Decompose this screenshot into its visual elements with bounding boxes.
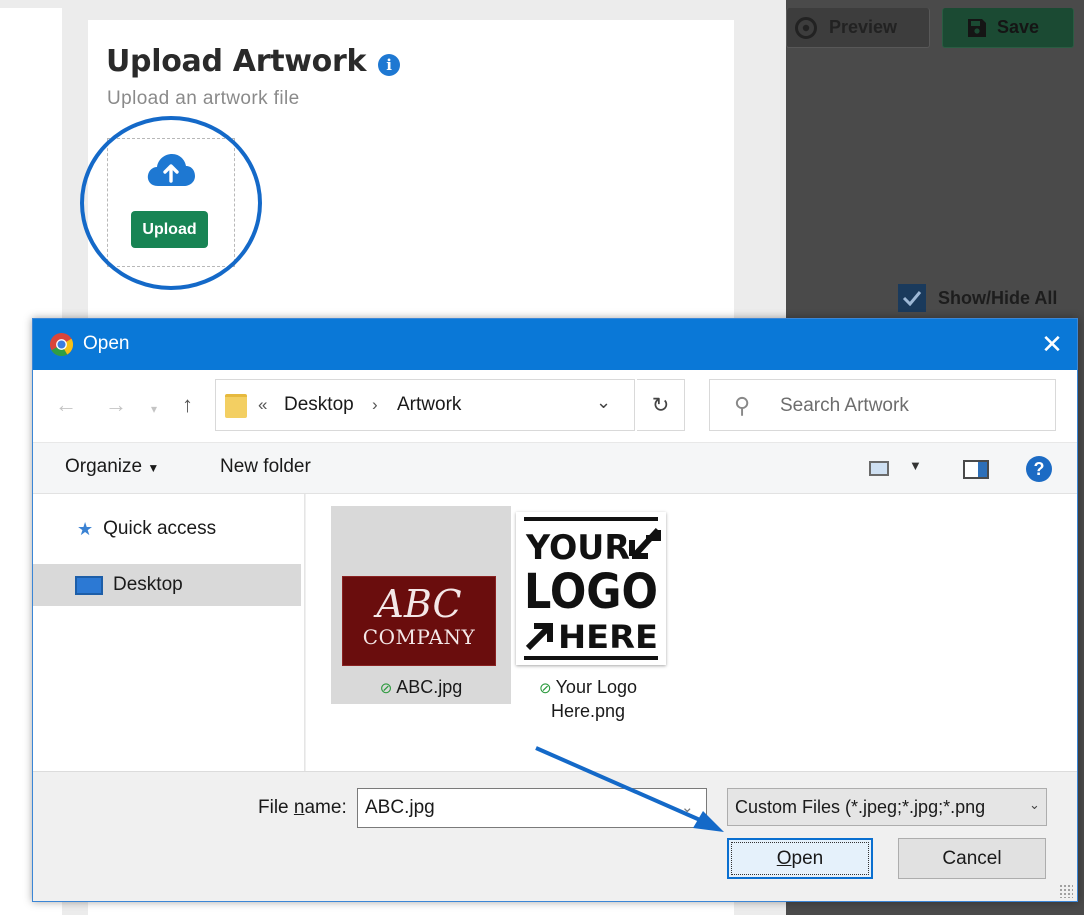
dialog-footer: File name: ⌄ Custom Files (*.jpeg;*.jpg;… [33,771,1077,901]
file-name-label-post: ame: [304,797,347,818]
breadcrumb-overflow-icon[interactable]: « [258,395,267,415]
file-name-text: ABC.jpg [396,677,463,697]
open-label-underlined: O [776,847,792,869]
up-arrow-icon[interactable]: ↑ [182,392,193,418]
organize-label: Organize [65,456,143,477]
new-folder-button[interactable]: New folder [220,456,311,478]
back-arrow-icon[interactable]: ← [55,392,77,418]
file-thumbnail: YOUR LOGO HERE [516,512,666,665]
refresh-button[interactable]: ↻ [637,379,685,431]
file-item-abc-jpg[interactable]: ABC COMPANY ⊘ ABC.jpg [331,506,511,704]
folder-icon [225,394,247,418]
close-icon[interactable]: ✕ [1035,327,1069,361]
cancel-button[interactable]: Cancel [898,838,1046,879]
show-hide-all-toggle[interactable]: Show/Hide All [898,284,1057,312]
dialog-toolbar: Organize ▼ New folder ▼ ? [33,442,1077,494]
file-item-your-logo-png[interactable]: YOUR LOGO HERE ⊘ Your Logo Here.png [498,506,678,721]
open-label-rest: pen [791,847,824,869]
preview-label: Preview [829,17,898,37]
search-placeholder: Search Artwork [780,395,909,416]
file-name-line1: Your Logo [555,677,637,697]
page-top-strip [0,0,786,8]
help-icon[interactable]: ? [1026,456,1052,482]
organize-menu[interactable]: Organize ▼ [65,456,159,478]
save-button[interactable]: Save [942,8,1074,48]
thumb-text-line1: ABC [376,582,462,626]
chrome-icon [49,332,74,357]
open-button[interactable]: Open [727,838,873,879]
file-name-label: ⊘ ABC.jpg [331,676,511,700]
file-list: ABC COMPANY ⊘ ABC.jpg YOUR LOGO HERE ⊘ You… [306,494,1077,771]
search-icon: ⚲ [734,393,751,418]
file-name-line2: Here.png [550,701,626,721]
floppy-disk-icon [968,18,986,37]
forward-arrow-icon[interactable]: → [105,392,127,418]
file-name-label: File name: [258,797,347,819]
star-pin-icon: ★ [77,518,94,539]
address-dropdown-chevron-icon[interactable]: ⌄ [596,392,611,413]
file-thumbnail: ABC COMPANY [342,576,496,666]
checkbox-checked-icon[interactable] [898,284,926,312]
nav-item-label: Quick access [103,518,217,539]
thumb-text-your: YOUR [525,528,630,568]
save-label: Save [997,17,1040,37]
refresh-icon: ↻ [651,393,670,417]
page-subtitle: Upload an artwork file [107,88,300,109]
nav-item-quick-access[interactable]: ★ Quick access [33,508,301,550]
open-file-dialog: Open ✕ ← → ▾ ↑ « Desktop › Artwork ⌄ ↻ ⚲… [32,318,1078,902]
sync-check-icon: ⊘ [379,680,393,697]
info-icon[interactable]: i [378,53,401,76]
address-bar[interactable]: « Desktop › Artwork ⌄ [215,379,635,431]
eye-icon [795,16,817,39]
preview-pane-icon[interactable] [963,460,989,479]
breadcrumb-separator-icon: › [372,395,378,414]
search-input[interactable]: ⚲ Search Artwork [709,379,1056,431]
file-name-input[interactable] [357,788,707,828]
navigation-row: ← → ▾ ↑ « Desktop › Artwork ⌄ ↻ ⚲ Search… [33,370,1077,442]
page-title: Upload Artwork [106,44,367,79]
recent-locations-chevron-icon[interactable]: ▾ [151,402,157,416]
breadcrumb-desktop[interactable]: Desktop [284,394,354,416]
annotation-circle [80,116,262,290]
preview-button[interactable]: Preview [786,8,930,48]
resize-grip-icon[interactable] [1059,884,1073,898]
nav-item-label: Desktop [113,574,183,595]
breadcrumb-artwork[interactable]: Artwork [397,394,461,416]
nav-item-desktop[interactable]: Desktop [33,564,301,606]
navigation-pane: ★ Quick access Desktop [33,494,305,771]
thumb-text-logo: LOGO [524,564,658,620]
file-name-label: ⊘ Your Logo Here.png [498,676,678,723]
file-type-select[interactable]: Custom Files (*.jpeg;*.jpg;*.png [727,788,1047,826]
file-name-dropdown-chevron-icon[interactable]: ⌄ [681,798,694,816]
dialog-title: Open [83,333,130,354]
file-name-label-underlined: n [293,797,305,818]
organize-chevron-icon: ▼ [147,461,160,475]
show-hide-all-label: Show/Hide All [938,287,1058,308]
desktop-icon [75,575,103,595]
dialog-titlebar[interactable]: Open ✕ [33,319,1077,370]
change-view-icon[interactable] [869,461,889,476]
file-name-label-pre: File [258,797,294,818]
upload-title-row: Upload Artwork i [106,44,401,79]
file-type-chevron-icon[interactable]: ⌄ [1029,797,1040,813]
view-options-chevron-icon[interactable]: ▼ [909,458,922,473]
thumb-text-line2: COMPANY [362,625,476,649]
sync-check-icon: ⊘ [539,680,552,697]
thumb-text-here: HERE [558,618,658,656]
